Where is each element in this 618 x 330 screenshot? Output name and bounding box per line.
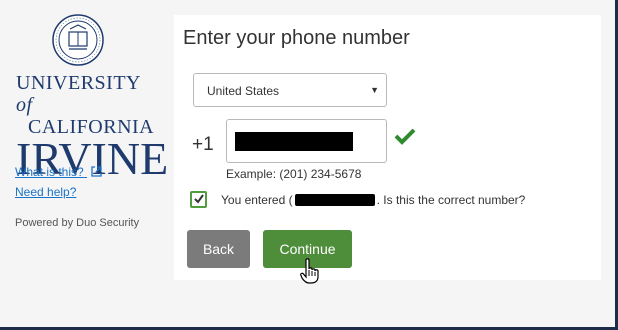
- what-is-this-link[interactable]: What is this?: [15, 165, 102, 179]
- redacted-phone-number: [235, 132, 353, 151]
- powered-by-text: Powered by Duo Security: [15, 217, 140, 229]
- back-button[interactable]: Back: [187, 230, 250, 268]
- phone-number-input[interactable]: [226, 119, 387, 163]
- sidebar: UNIVERSITY of CALIFORNIA IRVINE What is …: [0, 0, 172, 327]
- confirm-number-checkbox[interactable]: [190, 191, 207, 208]
- page-title: Enter your phone number: [183, 27, 410, 49]
- need-help-link[interactable]: Need help?: [15, 185, 76, 199]
- redacted-number: [294, 194, 375, 206]
- country-select-value: United States: [207, 84, 280, 98]
- university-seal-logo: [52, 14, 104, 66]
- confirm-number-text: You entered (. Is this the correct numbe…: [221, 193, 526, 207]
- checkbox-check-icon: [194, 194, 204, 204]
- what-is-this-label: What is this?: [15, 165, 84, 179]
- country-select[interactable]: United States ▼: [193, 73, 387, 107]
- dropdown-arrow-icon: ▼: [370, 85, 379, 95]
- external-link-icon: [91, 166, 102, 177]
- enrollment-panel: Enter your phone number United States ▼ …: [174, 15, 601, 280]
- valid-checkmark-icon: [394, 128, 416, 145]
- phone-example-text: Example: (201) 234-5678: [226, 167, 362, 181]
- dial-code: +1: [192, 134, 214, 155]
- hand-pointer-cursor-icon: [300, 258, 319, 284]
